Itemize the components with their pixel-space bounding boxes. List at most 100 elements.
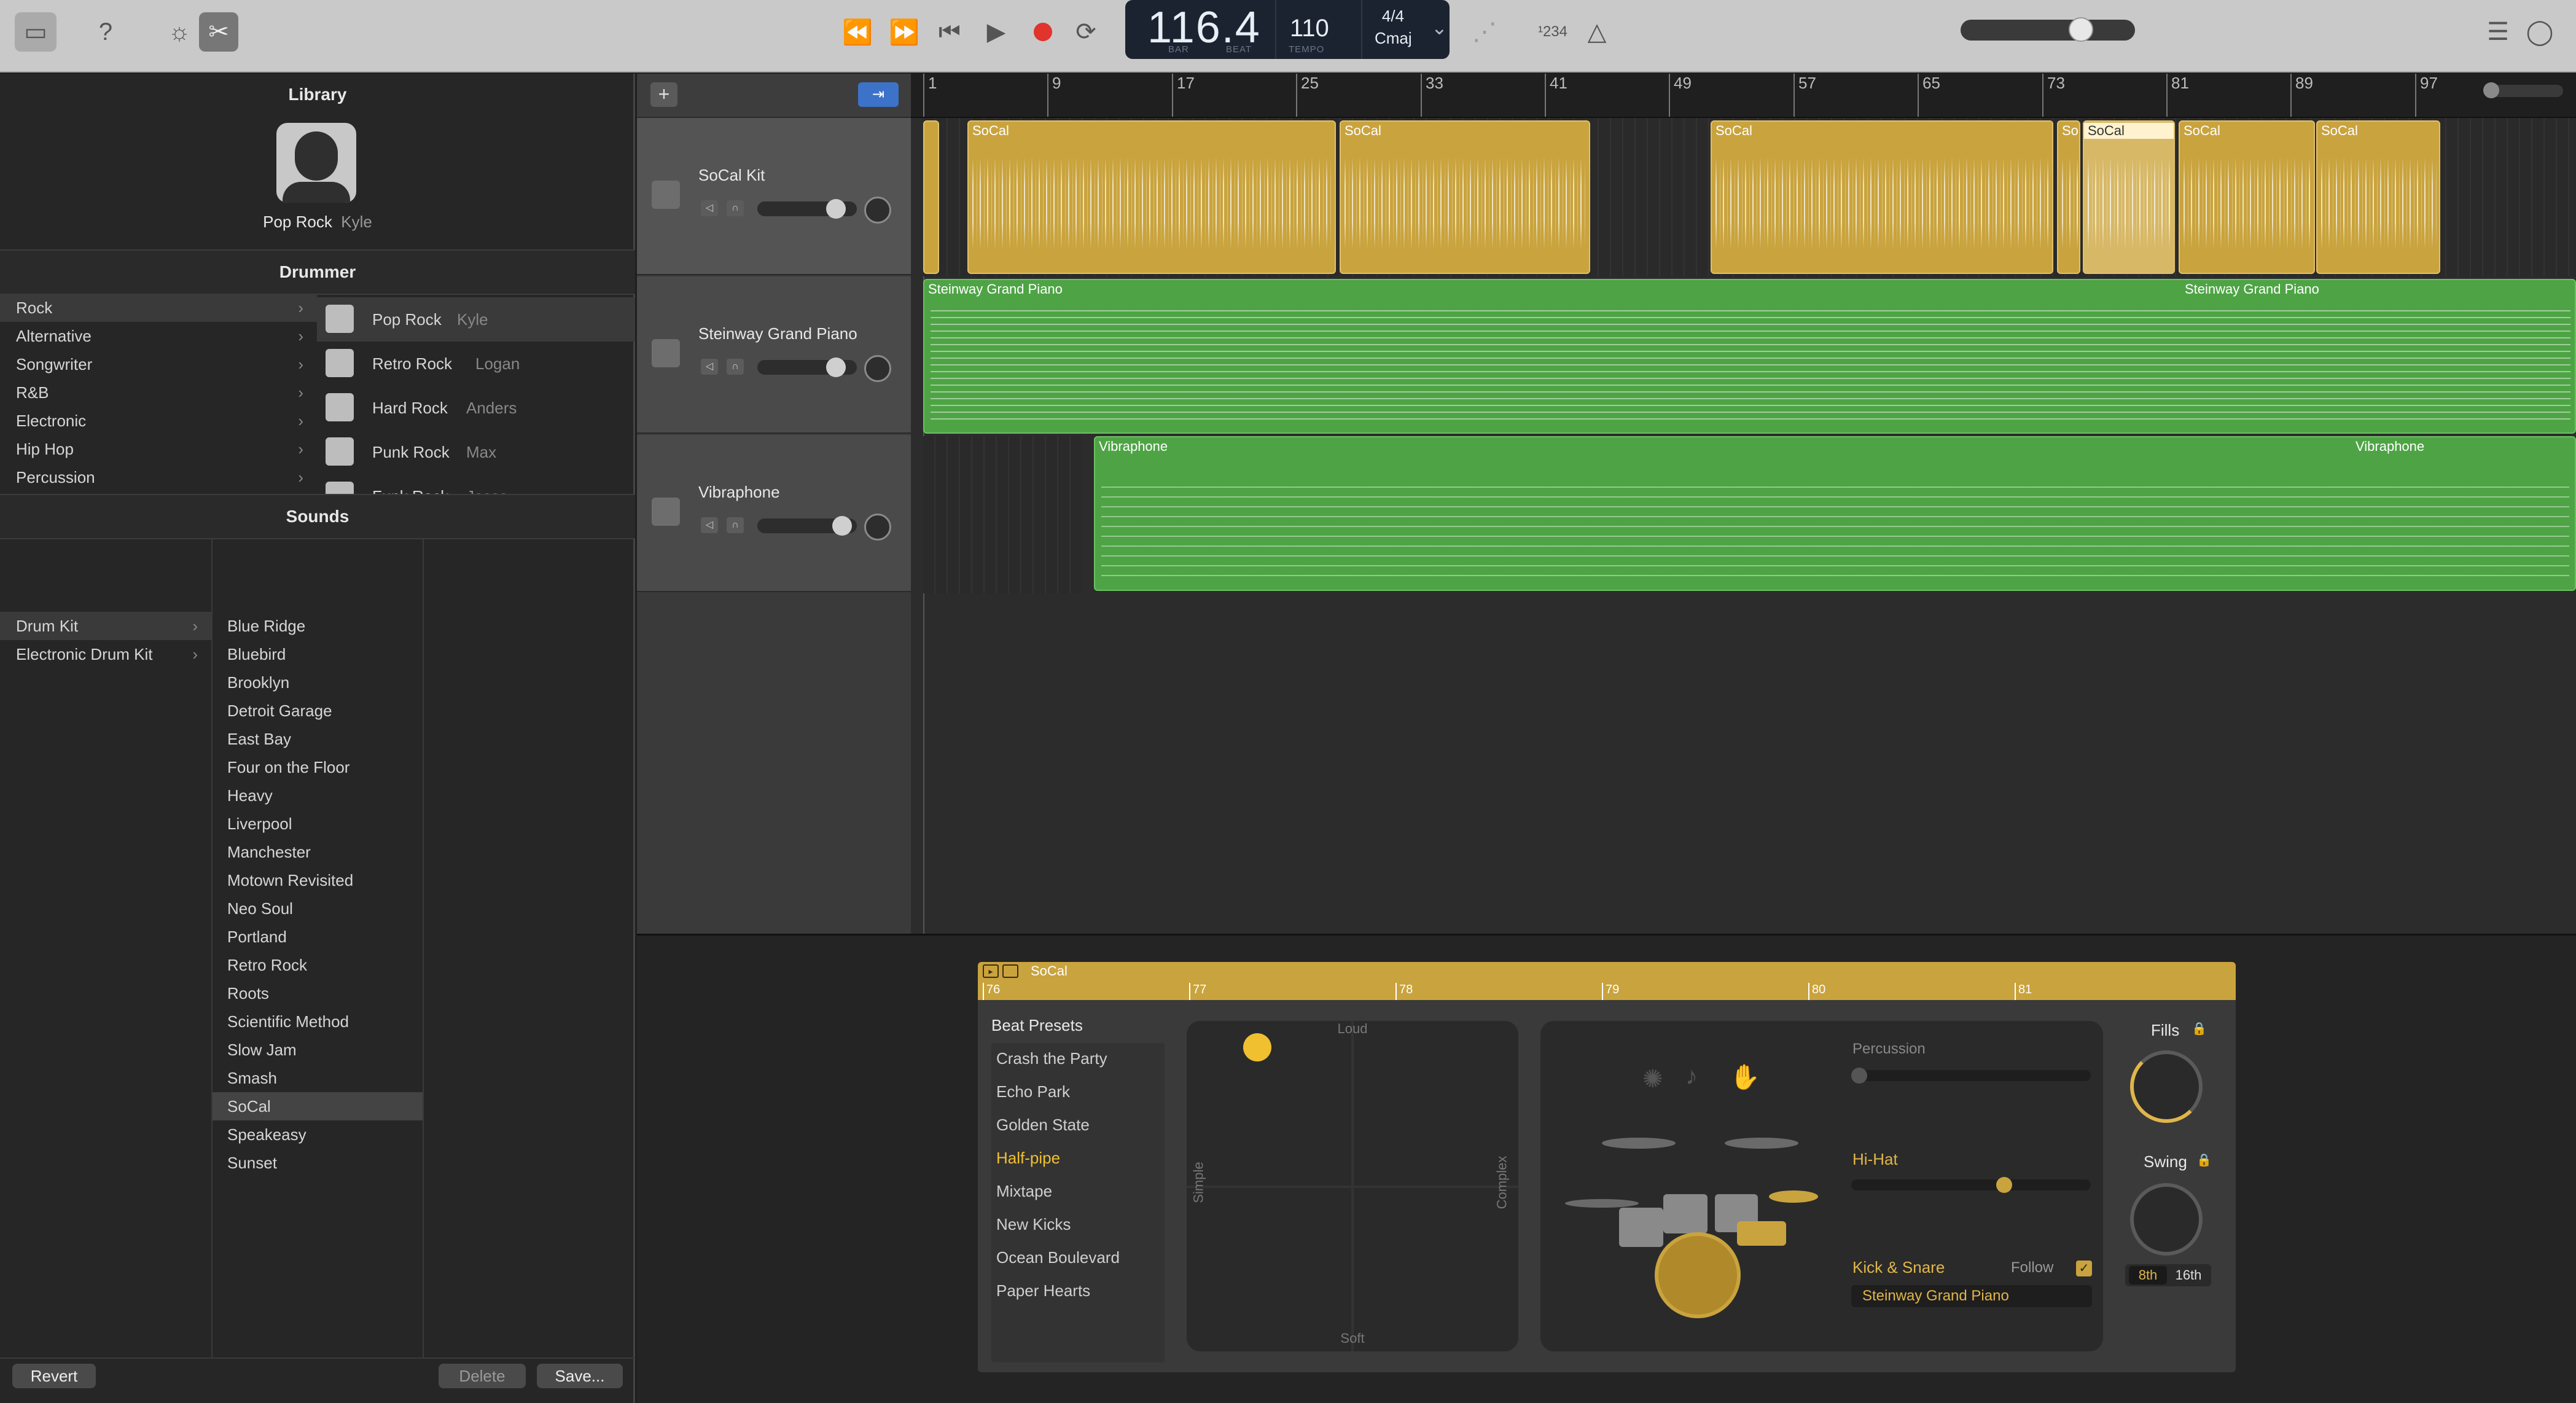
mute-icon[interactable]: ◁ <box>701 200 718 216</box>
ruler[interactable]: 1 9 17 25 33 41 49 57 65 73 81 89 97 <box>911 74 2576 118</box>
library-icon[interactable]: ▭ <box>15 12 57 52</box>
sound-category-item[interactable]: Drum Kit › <box>0 612 211 640</box>
kit-item[interactable]: Brooklyn <box>213 668 423 697</box>
preset-item[interactable]: Golden State <box>996 1116 1090 1135</box>
kit-item[interactable]: Motown Revisited <box>213 866 423 894</box>
preset-item[interactable]: Half-pipe <box>996 1149 1060 1168</box>
headphones-icon[interactable]: ∩ <box>727 200 744 216</box>
genre-item[interactable]: Percussion › <box>0 463 317 491</box>
drum-region[interactable]: SoCal <box>2083 120 2175 274</box>
kit-item[interactable]: Blue Ridge <box>213 612 423 640</box>
kit-item[interactable]: Roots <box>213 979 423 1007</box>
zoom-slider[interactable] <box>2483 82 2563 98</box>
preset-item[interactable]: New Kicks <box>996 1215 1071 1234</box>
zoom-knob[interactable] <box>2483 82 2499 98</box>
chevron-down-icon[interactable]: ⌄ <box>1431 16 1448 39</box>
editor-ruler[interactable]: ▸ SoCal 76 77 78 79 80 81 <box>978 962 2236 1000</box>
genre-item[interactable]: Electronic › <box>0 407 317 435</box>
drummer-item[interactable]: Punk Rock Max <box>317 430 635 474</box>
kit-item[interactable]: Scientific Method <box>213 1007 423 1036</box>
drum-region[interactable] <box>923 120 939 274</box>
track-volume-slider[interactable] <box>757 199 857 219</box>
mute-icon[interactable]: ◁ <box>701 517 718 533</box>
drum-kit-graphic[interactable] <box>1553 1125 1823 1334</box>
mute-icon[interactable]: ◁ <box>701 359 718 375</box>
play-icon[interactable]: ▶ <box>978 12 1015 52</box>
kit-item[interactable]: Speakeasy <box>213 1120 423 1149</box>
preset-item[interactable]: Crash the Party <box>996 1049 1107 1068</box>
kit-item[interactable]: SoCal <box>213 1092 423 1120</box>
sixteenth-option[interactable]: 16th <box>2169 1264 2207 1286</box>
slider-knob[interactable] <box>832 516 852 536</box>
kit-item[interactable]: Sunset <box>213 1149 423 1177</box>
revert-button[interactable]: Revert <box>12 1364 96 1388</box>
pan-knob[interactable] <box>864 197 891 224</box>
go-to-beginning-icon[interactable]: ⏮ <box>931 12 968 52</box>
kit-item[interactable]: East Bay <box>213 725 423 753</box>
drum-region[interactable]: SoCal <box>2179 120 2315 274</box>
swing-knob[interactable] <box>2130 1183 2203 1256</box>
delete-button[interactable]: Delete <box>439 1364 526 1388</box>
count-in-button[interactable]: ¹234 <box>1534 12 1571 52</box>
drum-region[interactable]: SoCal <box>2316 120 2440 274</box>
pan-knob[interactable] <box>864 355 891 382</box>
preset-item[interactable]: Mixtape <box>996 1182 1052 1201</box>
slider-knob[interactable] <box>1851 1068 1867 1084</box>
slider-knob[interactable] <box>826 199 846 219</box>
kit-item[interactable]: Manchester <box>213 838 423 866</box>
drum-region[interactable]: SoCal <box>1711 120 2053 274</box>
kit-item[interactable]: Portland <box>213 923 423 951</box>
kit-item[interactable]: Liverpool <box>213 810 423 838</box>
fast-forward-icon[interactable]: ⏩ <box>886 12 923 52</box>
tracks-area[interactable]: 1 9 17 25 33 41 49 57 65 73 81 89 97 SoCal SoCal SoCal… <box>911 74 2576 934</box>
lock-icon[interactable]: 🔒 <box>2196 1152 2212 1168</box>
kit-item[interactable]: Slow Jam <box>213 1036 423 1064</box>
kit-item[interactable]: Heavy <box>213 781 423 810</box>
percussion-slider[interactable] <box>1851 1068 2091 1084</box>
smart-controls-icon[interactable]: ☼ <box>161 12 198 52</box>
lcd-display[interactable]: 116.4 BAR BEAT 110 TEMPO 4/4 Cmaj ⌄ <box>1125 0 1450 59</box>
drum-region[interactable]: SoCal <box>1340 120 1590 274</box>
headphones-icon[interactable]: ∩ <box>727 359 744 375</box>
lock-icon[interactable]: 🔒 <box>2192 1021 2207 1036</box>
save-button[interactable]: Save... <box>537 1364 623 1388</box>
genre-item[interactable]: R&B › <box>0 378 317 407</box>
swing-resolution-toggle[interactable]: 8th 16th <box>2125 1264 2211 1286</box>
eighth-option[interactable]: 8th <box>2129 1266 2167 1284</box>
notepad-icon[interactable]: ☰ <box>2481 12 2515 52</box>
fills-knob[interactable] <box>2130 1050 2203 1123</box>
tambourine-icon[interactable]: ✺ <box>1642 1065 1663 1093</box>
slider-knob[interactable] <box>826 358 846 377</box>
master-volume-slider[interactable] <box>1961 17 2135 42</box>
track-volume-slider[interactable] <box>757 358 857 377</box>
track-header-drums[interactable]: SoCal Kit ◁ ∩ <box>637 118 911 275</box>
pan-knob[interactable] <box>864 514 891 541</box>
drum-region[interactable]: SoCal <box>967 120 1336 274</box>
metronome-icon[interactable]: △ <box>1579 12 1615 52</box>
xy-pad[interactable]: Loud Soft Simple Complex <box>1187 1021 1518 1351</box>
headphones-icon[interactable]: ∩ <box>727 517 744 533</box>
drum-region[interactable]: So <box>2057 120 2080 274</box>
smart-tempo-icon[interactable]: ⇥ <box>858 82 899 107</box>
genre-item[interactable]: Rock › <box>0 294 317 322</box>
genre-item[interactable]: Songwriter › <box>0 350 317 378</box>
track-header-piano[interactable]: Steinway Grand Piano ◁ ∩ <box>637 276 911 434</box>
cycle-icon[interactable]: ⟳ <box>1067 12 1104 52</box>
kit-item[interactable]: Four on the Floor <box>213 753 423 781</box>
shaker-icon[interactable]: ♪ <box>1685 1063 1698 1090</box>
volume-knob[interactable] <box>2069 17 2093 42</box>
track-header-vibraphone[interactable]: Vibraphone ◁ ∩ <box>637 435 911 592</box>
kit-item[interactable]: Retro Rock <box>213 951 423 979</box>
piano-region[interactable]: Steinway Grand Piano Steinway Grand Pian… <box>923 279 2576 434</box>
follow-track-select[interactable]: Steinway Grand Piano <box>1851 1285 2092 1307</box>
add-track-button[interactable]: + <box>650 82 677 107</box>
record-button[interactable] <box>1025 12 1061 52</box>
genre-item[interactable]: Hip Hop › <box>0 435 317 463</box>
preset-item[interactable]: Ocean Boulevard <box>996 1248 1120 1267</box>
preset-item[interactable]: Paper Hearts <box>996 1281 1090 1300</box>
kit-item[interactable]: Detroit Garage <box>213 697 423 725</box>
sound-category-item[interactable]: Electronic Drum Kit › <box>0 640 211 668</box>
help-icon[interactable]: ? <box>86 12 125 52</box>
slider-knob[interactable] <box>1996 1177 2012 1193</box>
vibraphone-region[interactable]: Vibraphone Vibraphone <box>1094 436 2576 591</box>
